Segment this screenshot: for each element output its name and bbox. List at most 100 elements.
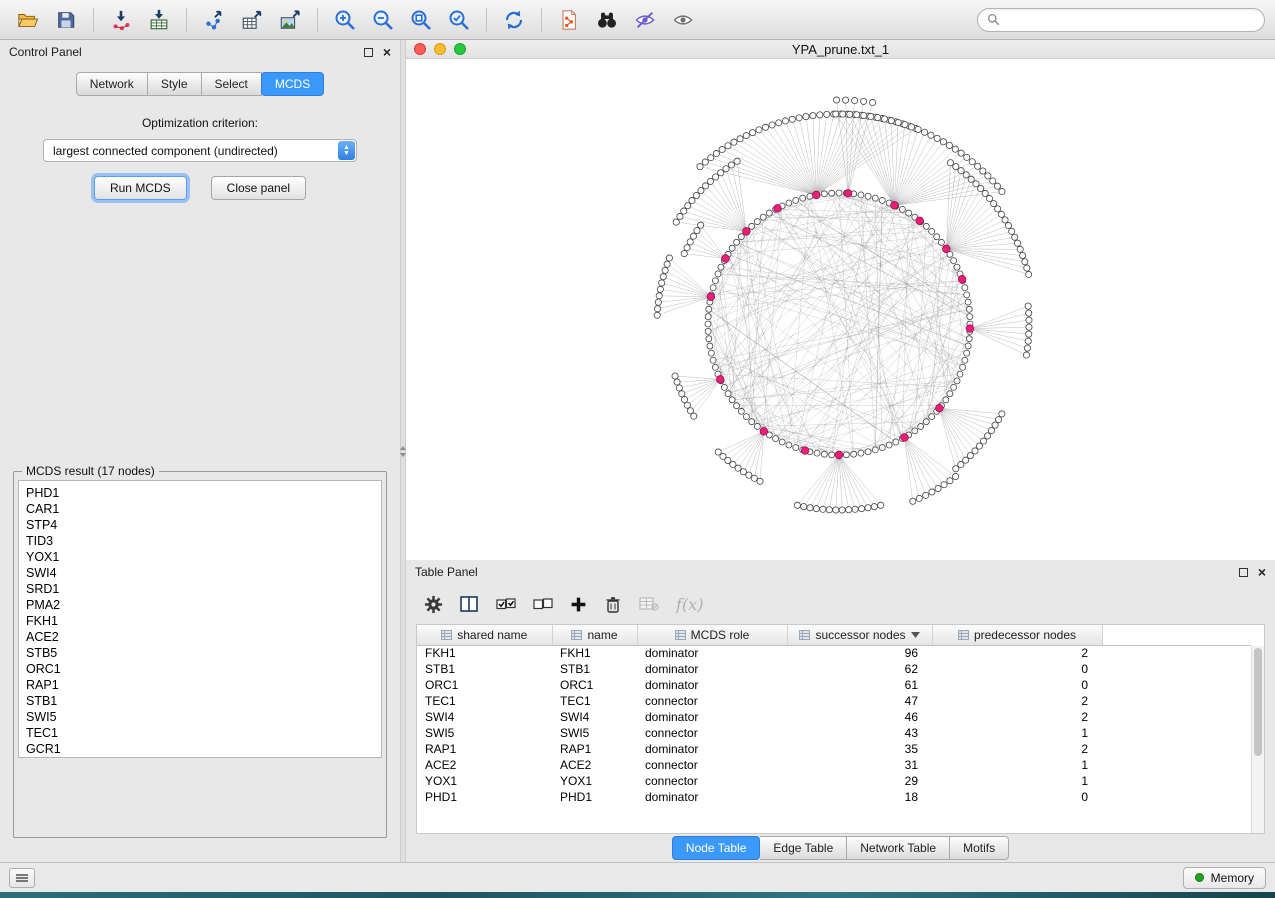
tab-select[interactable]: Select [202,72,262,96]
checked-boxes-icon [496,596,516,612]
minimize-window-icon[interactable] [434,43,446,55]
mcds-result-list[interactable]: PHD1CAR1STP4TID3YOX1SWI4SRD1PMA2FKH1ACE2… [18,480,382,758]
mcds-result-item[interactable]: GCR1 [26,741,381,757]
deselect-all-columns-button[interactable] [533,596,553,612]
column-header-shared-name[interactable]: shared name [417,625,552,645]
export-network-button[interactable] [196,4,232,36]
table-scrollbar-thumb[interactable] [1254,648,1262,756]
plus-icon [570,596,587,613]
search-input[interactable] [1006,13,1255,27]
search-network-button[interactable] [589,4,625,36]
tab-mcds[interactable]: MCDS [261,72,324,96]
memory-label: Memory [1211,871,1254,885]
column-header-predecessor-nodes[interactable]: predecessor nodes [932,625,1102,645]
create-column-button[interactable] [570,596,587,613]
show-columns-button[interactable] [460,595,479,613]
main-toolbar [0,0,1275,40]
table-row[interactable]: FKH1FKH1dominator962 [417,645,1251,661]
delete-column-button[interactable] [604,595,622,614]
float-panel-icon[interactable] [1239,568,1248,577]
mcds-result-item[interactable]: PMA2 [26,597,381,613]
mcds-result-item[interactable]: SWI5 [26,709,381,725]
mcds-result-item[interactable]: ACE2 [26,629,381,645]
table-row[interactable]: PHD1PHD1dominator180 [417,789,1251,805]
refresh-button[interactable] [496,4,532,36]
table-scrollbar[interactable] [1251,646,1264,833]
mcds-result-item[interactable]: CAR1 [26,501,381,517]
network-titlebar[interactable]: YPA_prune.txt_1 [406,40,1275,59]
table-row[interactable]: YOX1YOX1connector291 [417,773,1251,789]
show-panels-button[interactable] [9,868,35,888]
zoom-out-button[interactable] [365,4,401,36]
save-button[interactable] [48,4,84,36]
import-table-button[interactable] [141,4,177,36]
tab-motifs[interactable]: Motifs [950,836,1009,860]
mcds-result-box: MCDS result (17 nodes) PHD1CAR1STP4TID3Y… [13,464,387,838]
table-row[interactable]: RAP1RAP1dominator352 [417,741,1251,757]
table-settings-button[interactable] [424,595,443,614]
tab-style[interactable]: Style [148,72,202,96]
table-row[interactable]: ORC1ORC1dominator610 [417,677,1251,693]
mcds-result-item[interactable]: STB5 [26,645,381,661]
export-table-button[interactable] [234,4,270,36]
control-panel-header: Control Panel × [0,40,400,64]
hide-selected-button[interactable] [627,4,663,36]
tab-node-table[interactable]: Node Table [672,836,761,860]
mcds-result-item[interactable]: STB1 [26,693,381,709]
table-row[interactable]: SWI5SWI5connector431 [417,725,1251,741]
toolbar-separator [541,8,542,32]
import-network-button[interactable] [103,4,139,36]
toolbar-separator [317,8,318,32]
mcds-result-item[interactable]: TEC1 [26,725,381,741]
run-mcds-button[interactable]: Run MCDS [94,176,187,200]
tab-network[interactable]: Network [76,72,148,96]
tab-network-table[interactable]: Network Table [847,836,950,860]
export-image-button[interactable] [272,4,308,36]
float-panel-icon[interactable] [364,48,373,57]
column-header-successor-nodes[interactable]: successor nodes [787,625,932,645]
mcds-result-item[interactable]: STP4 [26,517,381,533]
main-area: Control Panel × Network Style Select MCD… [0,40,1275,862]
maximize-window-icon[interactable] [454,43,466,55]
save-icon [55,9,77,31]
network-view[interactable] [406,59,1275,560]
mcds-result-item[interactable]: SWI4 [26,565,381,581]
close-window-icon[interactable] [414,43,426,55]
table-row[interactable]: SWI4SWI4dominator462 [417,709,1251,725]
mcds-result-item[interactable]: YOX1 [26,549,381,565]
show-all-button[interactable] [665,4,701,36]
list-icon [15,873,29,883]
share-document-button[interactable] [551,4,587,36]
close-panel-button[interactable]: Close panel [211,176,306,200]
mcds-result-item[interactable]: PHD1 [26,485,381,501]
mcds-result-item[interactable]: ORC1 [26,661,381,677]
close-panel-icon[interactable]: × [1258,566,1266,578]
column-header-mcds-role[interactable]: MCDS role [637,625,787,645]
zoom-selected-button[interactable] [441,4,477,36]
tab-edge-table[interactable]: Edge Table [760,836,847,860]
open-file-button[interactable] [10,4,46,36]
mcds-buttons: Run MCDS Close panel [0,176,400,200]
delete-table-icon [639,596,659,612]
mcds-result-item[interactable]: RAP1 [26,677,381,693]
mcds-result-item[interactable]: FKH1 [26,613,381,629]
select-all-columns-button[interactable] [496,596,516,612]
export-table-icon [241,9,263,31]
eye-icon [671,9,695,31]
column-header-name[interactable]: name [552,625,637,645]
search-box[interactable] [977,8,1265,32]
toolbar-separator [486,8,487,32]
import-network-icon [110,9,132,31]
table-row[interactable]: TEC1TEC1connector472 [417,693,1251,709]
zoom-in-button[interactable] [327,4,363,36]
mcds-result-item[interactable]: SRD1 [26,581,381,597]
function-icon: f(x) [676,595,703,614]
mcds-result-item[interactable]: TID3 [26,533,381,549]
table-row[interactable]: ACE2ACE2connector311 [417,757,1251,773]
zoom-fit-button[interactable] [403,4,439,36]
close-panel-icon[interactable]: × [383,46,391,58]
table-row[interactable]: STB1STB1dominator620 [417,661,1251,677]
criterion-select[interactable]: largest connected component (undirected)… [43,139,357,162]
memory-button[interactable]: Memory [1183,867,1266,889]
columns-icon [460,595,479,613]
